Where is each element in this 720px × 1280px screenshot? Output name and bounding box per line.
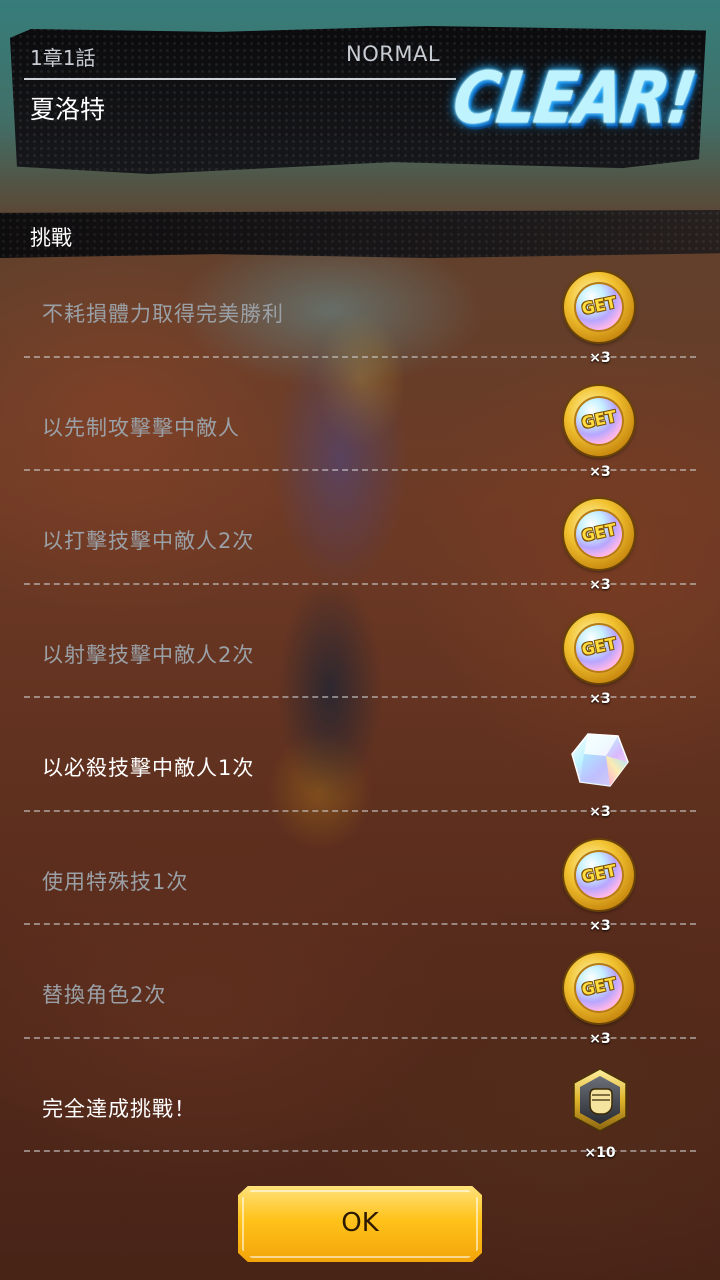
challenge-text: 以射擊技擊中敵人2次 — [42, 642, 255, 667]
get-medal-icon: GET — [564, 612, 634, 683]
reward-quantity: ×3 — [589, 690, 611, 707]
ok-button[interactable]: OK — [238, 1186, 482, 1262]
fist-badge-icon — [573, 1067, 627, 1132]
challenge-row: 以必殺技擊中敵人1次 ×3 — [0, 712, 720, 826]
reward: GET ×3 — [562, 270, 636, 366]
stage-result-header: 1章1話 NORMAL 夏洛特 CLEAR! — [10, 26, 706, 174]
challenge-row: 替換角色2次 GET ×3 — [0, 939, 720, 1053]
challenge-text: 以打擊技擊中敵人2次 — [42, 529, 255, 553]
row-divider — [24, 469, 696, 471]
chapter-label: 1章1話 — [30, 46, 96, 70]
challenge-list: 不耗損體力取得完美勝利 GET ×3 以先制攻擊擊中敵人 GET ×3 以打擊技… — [0, 258, 720, 1166]
row-divider — [24, 355, 696, 358]
ok-button-label: OK — [341, 1208, 379, 1238]
reward: ×10 — [562, 1065, 636, 1161]
row-divider — [24, 1036, 696, 1039]
challenge-text: 替換角色2次 — [42, 983, 167, 1007]
row-divider — [24, 923, 696, 925]
reward-quantity: ×3 — [589, 350, 611, 366]
reward: ×3 — [562, 724, 636, 820]
difficulty-label: NORMAL — [346, 42, 441, 66]
reward-quantity: ×3 — [589, 917, 611, 934]
row-divider — [24, 696, 696, 698]
get-medal-icon: GET — [564, 953, 634, 1023]
reward-quantity: ×10 — [584, 1144, 616, 1161]
section-title: 挑戰 — [30, 226, 72, 250]
clear-logo: CLEAR! — [448, 56, 710, 144]
reward: GET ×3 — [562, 838, 636, 934]
get-medal-label: GET — [579, 292, 619, 319]
reward: GET ×3 — [562, 384, 636, 480]
reward-quantity: ×3 — [589, 804, 611, 820]
challenge-text: 使用特殊技1次 — [42, 869, 189, 894]
challenge-row: 使用特殊技1次 GET ×3 — [0, 826, 720, 940]
challenge-text: 不耗損體力取得完美勝利 — [42, 302, 284, 326]
challenge-row: 以先制攻擊擊中敵人 GET ×3 — [0, 372, 720, 486]
row-divider — [24, 809, 696, 812]
get-medal-icon: GET — [564, 272, 634, 342]
challenge-row: 不耗損體力取得完美勝利 GET ×3 — [0, 258, 720, 372]
stage-name: 夏洛特 — [30, 95, 106, 124]
reward-quantity: ×3 — [589, 577, 611, 593]
reward-quantity: ×3 — [589, 463, 611, 480]
get-medal-icon: GET — [564, 385, 634, 456]
get-medal-label: GET — [579, 406, 619, 432]
get-medal-icon: GET — [564, 499, 634, 569]
header-divider — [24, 78, 456, 80]
chrono-crystal-icon — [571, 733, 629, 787]
reward: GET ×3 — [562, 497, 636, 593]
get-medal-label: GET — [579, 973, 619, 1000]
challenge-row: 完全達成挑戰！ ×10 — [0, 1053, 720, 1167]
reward-quantity: ×3 — [589, 1031, 611, 1047]
challenge-text: 以必殺技擊中敵人1次 — [42, 756, 255, 780]
get-medal-label: GET — [579, 633, 619, 659]
challenge-row: 以打擊技擊中敵人2次 GET ×3 — [0, 485, 720, 599]
row-divider — [24, 582, 696, 585]
challenge-row: 以射擊技擊中敵人2次 GET ×3 — [0, 599, 720, 713]
section-plate — [0, 210, 720, 258]
row-divider — [24, 1150, 696, 1152]
challenge-text: 以先制攻擊擊中敵人 — [42, 415, 240, 440]
reward: GET ×3 — [562, 951, 636, 1047]
get-medal-icon: GET — [564, 839, 634, 910]
reward: GET ×3 — [562, 611, 636, 707]
get-medal-label: GET — [579, 860, 619, 886]
challenge-text: 完全達成挑戰！ — [42, 1096, 196, 1121]
challenge-section-header: 挑戰 — [0, 210, 720, 258]
clear-text: CLEAR! — [448, 56, 700, 140]
get-medal-label: GET — [579, 519, 619, 546]
